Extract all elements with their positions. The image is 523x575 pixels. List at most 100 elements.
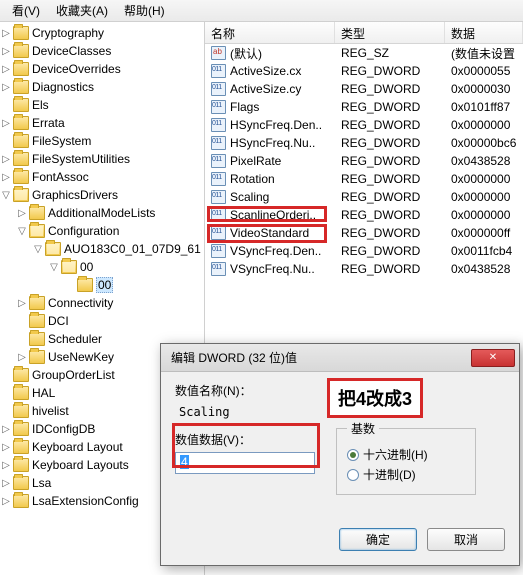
registry-value-row[interactable]: RotationREG_DWORD0x0000000 <box>205 170 523 188</box>
tree-item-label: AUO183C0_01_07D9_61 <box>64 242 201 256</box>
radio-hex[interactable]: 十六进制(H) <box>347 446 465 463</box>
tree-item[interactable]: ▽Configuration <box>0 222 204 240</box>
radio-dec[interactable]: 十进制(D) <box>347 466 465 483</box>
tree-toggle-icon[interactable]: ▽ <box>32 244 44 255</box>
tree-item[interactable]: FileSystem <box>0 132 204 150</box>
tree-item-label: Diagnostics <box>32 80 94 94</box>
ok-button[interactable]: 确定 <box>339 528 417 551</box>
folder-icon <box>13 170 29 184</box>
tree-toggle-icon[interactable]: ▷ <box>0 28 12 39</box>
tree-toggle-icon[interactable]: ▷ <box>0 46 12 57</box>
tree-item[interactable]: ▷ FileSystemUtilities <box>0 150 204 168</box>
tree-toggle-icon[interactable]: ▷ <box>0 64 12 75</box>
folder-icon <box>13 44 29 58</box>
tree-item-label: FileSystemUtilities <box>32 152 130 166</box>
column-name[interactable]: 名称 <box>205 22 335 43</box>
dialog-titlebar[interactable]: 编辑 DWORD (32 位)值 ✕ <box>161 344 519 372</box>
tree-toggle-icon[interactable]: ▷ <box>0 424 12 435</box>
tree-item[interactable]: ▷Cryptography <box>0 24 204 42</box>
tree-toggle-icon[interactable]: ▷ <box>0 118 12 129</box>
registry-value-row[interactable]: ActiveSize.cxREG_DWORD0x0000055 <box>205 62 523 80</box>
tree-toggle-icon[interactable]: ▷ <box>0 496 12 507</box>
value-type: REG_DWORD <box>335 190 445 204</box>
folder-icon <box>13 98 29 112</box>
tree-item[interactable]: 00 <box>0 276 204 294</box>
value-data: 0x0000000 <box>445 208 523 222</box>
dword-value-icon <box>211 190 226 204</box>
registry-value-row[interactable]: HSyncFreq.Nu..REG_DWORD0x00000bc6 <box>205 134 523 152</box>
tree-item[interactable]: ▷Errata <box>0 114 204 132</box>
tree-item-label: GroupOrderList <box>32 368 115 382</box>
tree-toggle-icon[interactable]: ▷ <box>0 172 12 183</box>
registry-value-row[interactable]: HSyncFreq.Den..REG_DWORD0x0000000 <box>205 116 523 134</box>
tree-toggle-icon[interactable]: ▽ <box>48 262 60 273</box>
tree-toggle-icon[interactable]: ▷ <box>16 208 28 219</box>
registry-value-row[interactable]: PixelRateREG_DWORD0x0438528 <box>205 152 523 170</box>
registry-value-row[interactable]: (默认)REG_SZ(数值未设置 <box>205 44 523 62</box>
tree-toggle-icon[interactable]: ▷ <box>16 298 28 309</box>
value-data-input[interactable]: 4 <box>175 452 315 474</box>
value-data: 0x0000000 <box>445 118 523 132</box>
tree-item[interactable]: ▽ GraphicsDrivers <box>0 186 204 204</box>
tree-item[interactable]: ▽00 <box>0 258 204 276</box>
tree-item-label: GraphicsDrivers <box>32 188 118 202</box>
value-type: REG_DWORD <box>335 118 445 132</box>
tree-toggle-icon[interactable]: ▷ <box>0 154 12 165</box>
value-type: REG_DWORD <box>335 100 445 114</box>
dword-value-icon <box>211 100 226 114</box>
tree-toggle-icon[interactable]: ▽ <box>0 190 12 201</box>
tree-item[interactable]: ▷Connectivity <box>0 294 204 312</box>
dword-value-icon <box>211 244 226 258</box>
tree-item[interactable]: ▷DeviceClasses <box>0 42 204 60</box>
registry-value-row[interactable]: ScalingREG_DWORD0x0000000 <box>205 188 523 206</box>
folder-icon <box>29 332 45 346</box>
registry-value-row[interactable]: FlagsREG_DWORD0x0101ff87 <box>205 98 523 116</box>
dword-value-icon <box>211 154 226 168</box>
registry-value-row[interactable]: VSyncFreq.Den..REG_DWORD0x0011fcb4 <box>205 242 523 260</box>
tree-item[interactable]: Els <box>0 96 204 114</box>
tree-toggle-icon[interactable]: ▷ <box>0 82 12 93</box>
value-name: HSyncFreq.Nu.. <box>230 136 315 150</box>
value-type: REG_DWORD <box>335 154 445 168</box>
folder-icon <box>13 152 29 166</box>
close-icon[interactable]: ✕ <box>471 349 515 367</box>
registry-value-row[interactable]: VideoStandardREG_DWORD0x000000ff <box>205 224 523 242</box>
tree-toggle-icon[interactable]: ▷ <box>0 442 12 453</box>
value-type: REG_DWORD <box>335 208 445 222</box>
tree-toggle-icon[interactable]: ▷ <box>0 478 12 489</box>
menu-help[interactable]: 帮助(H) <box>116 2 173 19</box>
registry-value-row[interactable]: VSyncFreq.Nu..REG_DWORD0x0438528 <box>205 260 523 278</box>
tree-item[interactable]: ▷AdditionalModeLists <box>0 204 204 222</box>
radio-dec-label: 十进制(D) <box>363 466 416 483</box>
value-type: REG_DWORD <box>335 136 445 150</box>
cancel-button[interactable]: 取消 <box>427 528 505 551</box>
folder-icon <box>13 62 29 76</box>
value-name: VSyncFreq.Den.. <box>230 244 321 258</box>
folder-icon <box>29 206 45 220</box>
menu-view[interactable]: 看(V) <box>4 2 48 19</box>
registry-value-row[interactable]: ScanlineOrderi..REG_DWORD0x0000000 <box>205 206 523 224</box>
tree-toggle-icon[interactable]: ▷ <box>0 460 12 471</box>
folder-icon <box>29 296 45 310</box>
registry-value-row[interactable]: ActiveSize.cyREG_DWORD0x0000030 <box>205 80 523 98</box>
tree-item[interactable]: ▷DeviceOverrides <box>0 60 204 78</box>
radio-icon <box>347 449 359 461</box>
tree-item-label: Els <box>32 98 49 112</box>
value-data: 0x0000030 <box>445 82 523 96</box>
tree-item[interactable]: ▷ Diagnostics <box>0 78 204 96</box>
tree-toggle-icon[interactable]: ▽ <box>16 226 28 237</box>
tree-toggle-icon[interactable]: ▷ <box>16 352 28 363</box>
dword-value-icon <box>211 118 226 132</box>
tree-item[interactable]: DCI <box>0 312 204 330</box>
folder-icon <box>13 116 29 130</box>
tree-item[interactable]: ▽ AUO183C0_01_07D9_61 <box>0 240 204 258</box>
tree-item[interactable]: ▷FontAssoc <box>0 168 204 186</box>
column-data[interactable]: 数据 <box>445 22 523 43</box>
folder-icon <box>13 80 29 94</box>
column-type[interactable]: 类型 <box>335 22 445 43</box>
folder-icon <box>13 368 29 382</box>
value-type: REG_DWORD <box>335 172 445 186</box>
tree-item-label: 00 <box>96 277 113 293</box>
list-header: 名称 类型 数据 <box>205 22 523 44</box>
menu-favorites[interactable]: 收藏夹(A) <box>48 2 116 19</box>
